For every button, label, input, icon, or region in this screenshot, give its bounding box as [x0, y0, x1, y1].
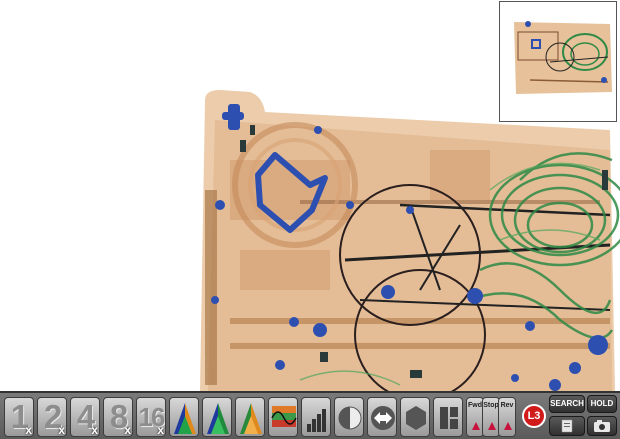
color-filter-all-button[interactable]	[169, 397, 199, 437]
stop-icon	[488, 422, 496, 430]
zoom-16x-button[interactable]: 16 x	[136, 397, 166, 437]
inorganic-pyramid-icon	[240, 403, 262, 434]
zoom-8x-close-icon: x	[124, 423, 131, 437]
zoom-4x-close-icon: x	[91, 423, 98, 437]
forward-label: Fwd	[468, 402, 482, 409]
camera-button[interactable]	[587, 416, 617, 436]
wave-filter-icon	[271, 406, 297, 427]
reverse-label: Rev	[500, 402, 514, 409]
edge-enhance-button[interactable]	[367, 397, 397, 437]
hold-button[interactable]: HOLD	[587, 395, 617, 413]
forward-arrow-icon	[472, 422, 480, 430]
half-circle-contrast-icon	[338, 406, 362, 430]
bottom-toolbar: 1 x 2 x 4 x 8 x 16 x Fwd Stop Rev L3 SEA…	[0, 391, 620, 439]
document-icon	[561, 419, 573, 433]
grayscale-button[interactable]	[400, 397, 430, 437]
zoom-1x-close-icon: x	[25, 423, 32, 437]
l3-logo: L3	[522, 399, 546, 433]
minimap-thumbnail-icon	[500, 2, 616, 121]
bar-levels-icon	[307, 409, 326, 432]
search-button[interactable]: SEARCH	[549, 395, 585, 413]
l3-logo-text: L3	[522, 404, 546, 428]
organic-pyramid-icon	[207, 403, 229, 434]
high-penetration-button[interactable]	[268, 397, 298, 437]
scan-minimap[interactable]	[499, 1, 617, 122]
contrast-button[interactable]	[334, 397, 364, 437]
reverse-arrow-icon	[504, 422, 512, 430]
zoom-8x-button[interactable]: 8 x	[103, 397, 133, 437]
density-levels-button[interactable]	[301, 397, 331, 437]
zoom-4x-button[interactable]: 4 x	[70, 397, 100, 437]
zoom-16x-close-icon: x	[157, 423, 164, 437]
reverse-button[interactable]: Rev	[498, 397, 516, 437]
zoom-1x-button[interactable]: 1 x	[4, 397, 34, 437]
split-screen-icon	[440, 407, 458, 429]
zoom-2x-button[interactable]: 2 x	[37, 397, 67, 437]
zoom-2x-close-icon: x	[58, 423, 65, 437]
hexagon-icon	[406, 406, 426, 430]
color-pyramid-icon	[174, 403, 196, 434]
camera-icon	[594, 420, 610, 432]
save-image-button[interactable]	[549, 416, 585, 436]
color-filter-organic-button[interactable]	[202, 397, 232, 437]
double-arrow-icon	[371, 406, 395, 430]
stop-label: Stop	[483, 402, 499, 409]
color-filter-inorganic-button[interactable]	[235, 397, 265, 437]
split-view-button[interactable]	[433, 397, 463, 437]
